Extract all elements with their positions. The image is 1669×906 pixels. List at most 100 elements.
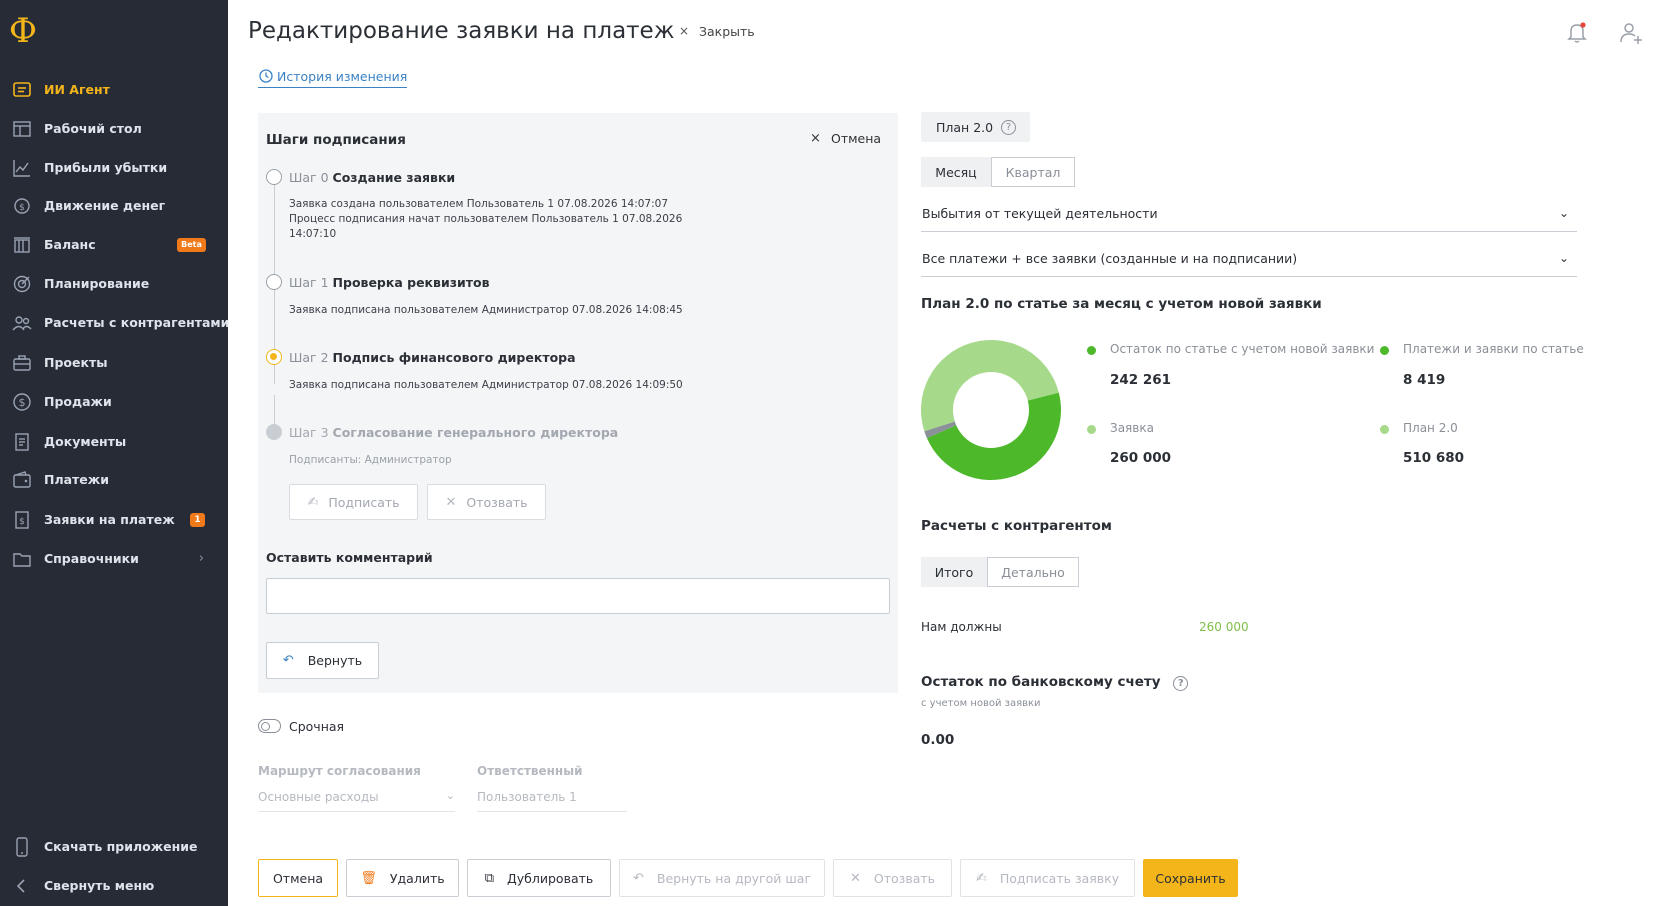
route-select[interactable]: Основные расходы ⌄ <box>258 789 455 812</box>
step-3-note: Подписанты: Администратор <box>289 454 452 466</box>
app-logo[interactable]: Ф <box>6 12 40 50</box>
step-2-radio[interactable] <box>266 349 282 365</box>
sidebar-item-balance[interactable]: Баланс Beta <box>0 227 228 263</box>
svg-text:$: $ <box>19 517 25 527</box>
return-to-step-button[interactable]: ↶ Вернуть на другой шаг <box>619 859 825 897</box>
download-app-label: Скачать приложение <box>44 839 198 854</box>
notification-bell-icon[interactable] <box>1565 20 1589 44</box>
responsible-label: Ответственный <box>477 764 583 778</box>
sidebar-item-sales[interactable]: $ Продажи <box>0 384 228 420</box>
download-app-link[interactable]: Скачать приложение <box>0 829 228 865</box>
close-button[interactable]: Закрыть <box>699 24 755 39</box>
dashboard-icon <box>11 118 33 140</box>
history-label: История изменения <box>277 68 408 84</box>
plan-section-title: План 2.0 по статье за месяц с учетом нов… <box>921 296 1322 312</box>
duplicate-button[interactable]: ⧉ Дублировать <box>467 859 611 897</box>
step-0-radio[interactable] <box>266 169 282 185</box>
sidebar-item-payment-requests[interactable]: $ Заявки на платеж 1 <box>0 502 228 538</box>
bank-balance-title: Остаток по банковскому счету ? <box>921 674 1189 691</box>
plan-chip[interactable]: План 2.0 ? <box>921 112 1030 142</box>
legend-label: Остаток по статье с учетом новой заявки <box>1110 342 1375 356</box>
help-icon[interactable]: ? <box>1173 676 1189 691</box>
legend-dot <box>1380 346 1389 355</box>
trash-icon: 🗑 <box>360 870 377 886</box>
cancel-signing-button[interactable]: Отмена <box>831 131 881 146</box>
sidebar-item-counterparties[interactable]: Расчеты с контрагентами <box>0 305 229 341</box>
sidebar-item-label: Рабочий стол <box>44 121 142 136</box>
signature-icon: ✍ <box>975 870 987 886</box>
documents-icon <box>11 431 33 453</box>
step-name: Подпись финансового директора <box>332 350 576 365</box>
step-number: Шаг 3 <box>289 425 329 440</box>
folder-icon <box>11 548 33 570</box>
legend-value: 8 419 <box>1403 372 1446 388</box>
step-3-radio[interactable] <box>266 424 282 440</box>
sidebar-item-cash-flow[interactable]: $ Движение денег <box>0 188 228 224</box>
article-dropdown[interactable]: Выбытия от текущей деятельности ⌄ <box>921 202 1577 232</box>
tab-month[interactable]: Месяц <box>921 157 991 187</box>
revoke-button[interactable]: ✕ Отозвать <box>833 859 952 897</box>
sidebar-item-payments[interactable]: Платежи <box>0 462 228 498</box>
request-icon: $ <box>11 509 33 531</box>
sign-request-label: Подписать заявку <box>999 870 1120 886</box>
sidebar-item-documents[interactable]: Документы <box>0 424 228 460</box>
sidebar-item-planning[interactable]: Планирование <box>0 266 228 302</box>
tab-total[interactable]: Итого <box>921 557 987 587</box>
step-number: Шаг 1 <box>289 275 329 290</box>
sidebar-item-projects[interactable]: Проекты <box>0 345 228 381</box>
sidebar-item-dashboard[interactable]: Рабочий стол <box>0 111 228 147</box>
beta-badge: Beta <box>177 238 206 252</box>
legend-dot <box>1380 425 1389 434</box>
sidebar-item-label: Заявки на платеж <box>44 512 175 527</box>
return-button[interactable]: ↶ Вернуть <box>266 642 379 679</box>
undo-icon: ↶ <box>632 870 644 886</box>
briefcase-icon <box>11 352 33 374</box>
dollar-icon: $ <box>11 391 33 413</box>
urgent-toggle[interactable] <box>258 719 281 733</box>
sidebar-item-label: Баланс <box>44 237 96 252</box>
sidebar-item-label: Проекты <box>44 355 108 370</box>
sidebar-item-profit-loss[interactable]: Прибыли убытки <box>0 150 228 186</box>
close-icon: ✕ <box>445 494 457 510</box>
history-link[interactable]: История изменения <box>258 68 408 88</box>
cancel-icon[interactable]: × <box>810 131 821 146</box>
legend-value: 510 680 <box>1403 450 1465 466</box>
payments-filter-dropdown[interactable]: Все платежи + все заявки (созданные и на… <box>921 247 1577 277</box>
tab-quarter[interactable]: Квартал <box>991 157 1075 187</box>
revoke-step-button[interactable]: ✕ Отозвать <box>427 484 546 520</box>
history-icon <box>258 68 274 84</box>
step-name: Согласование генерального директора <box>332 425 619 440</box>
duplicate-label: Дублировать <box>507 870 594 886</box>
chat-icon <box>11 79 33 101</box>
add-user-icon[interactable] <box>1618 20 1644 46</box>
chevron-down-icon: ⌄ <box>1558 251 1569 265</box>
delete-button[interactable]: 🗑 Удалить <box>346 859 459 897</box>
step-1-note: Заявка подписана пользователем Администр… <box>289 304 683 316</box>
step-1-radio[interactable] <box>266 274 282 290</box>
copy-icon: ⧉ <box>484 870 495 886</box>
legend-label: План 2.0 <box>1403 421 1458 435</box>
step-3-header: Шаг 3 Согласование генерального директора <box>289 425 618 440</box>
sidebar-item-ai-agent[interactable]: ИИ Агент <box>0 72 228 108</box>
collapse-menu-label: Свернуть меню <box>44 878 155 893</box>
sidebar-item-references[interactable]: Справочники › <box>0 541 228 577</box>
legend-label: Заявка <box>1110 421 1154 435</box>
close-icon: ✕ <box>850 870 861 886</box>
sidebar-item-label: Движение денег <box>44 198 166 213</box>
sign-step-button[interactable]: ✍ Подписать <box>289 484 418 520</box>
return-to-step-label: Вернуть на другой шаг <box>656 870 812 886</box>
comment-input[interactable] <box>266 578 890 614</box>
save-button[interactable]: Сохранить <box>1143 859 1238 897</box>
chevron-right-icon: › <box>198 551 204 566</box>
cancel-button[interactable]: Отмена <box>258 859 338 897</box>
tab-detailed[interactable]: Детально <box>987 557 1079 587</box>
step-number: Шаг 0 <box>289 170 329 185</box>
sidebar-item-label: Документы <box>44 434 127 449</box>
responsible-field[interactable]: Пользователь 1 <box>477 790 627 812</box>
help-icon[interactable]: ? <box>1001 119 1017 135</box>
sign-request-button[interactable]: ✍ Подписать заявку <box>960 859 1135 897</box>
sidebar: Ф ИИ Агент Рабочий стол Прибыли убытки $… <box>0 0 229 906</box>
article-dropdown-value: Выбытия от текущей деятельности <box>922 206 1158 221</box>
collapse-menu-button[interactable]: Свернуть меню <box>0 868 228 904</box>
close-icon[interactable]: × <box>679 24 689 38</box>
